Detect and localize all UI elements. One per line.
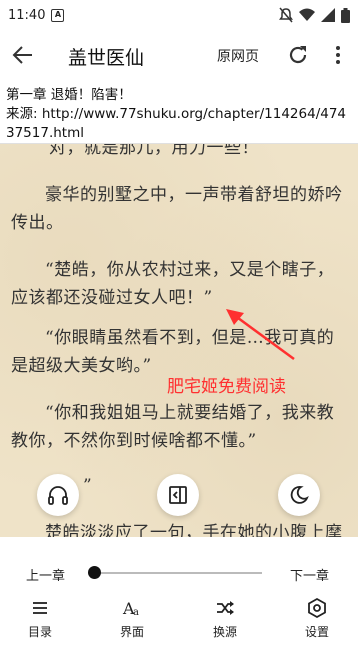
moon-icon	[290, 486, 309, 504]
slider-thumb[interactable]	[88, 566, 101, 579]
auto-page-icon	[169, 486, 187, 504]
paragraph: 对，就是那儿，用力一些！	[49, 144, 259, 158]
paragraph: 楚皓淡淡应了一句，手在她的小腹上摩	[45, 523, 343, 537]
status-bar: 11:40 A	[0, 0, 358, 30]
chapter-info: 第一章 退婚！陷害！ 来源: http://www.77shuku.org/ch…	[0, 82, 358, 144]
menu-label: 换源	[212, 625, 237, 639]
annotation-text: 肥宅姬免费阅读	[167, 377, 286, 397]
font-style-icon: A a	[122, 599, 139, 618]
menu-label: 设置	[304, 625, 329, 639]
bottom-control-panel: 上一章 下一章 目录 A a 界面 换源 设置	[0, 537, 358, 657]
chapter-title: 第一章 退婚！陷害！	[6, 87, 132, 103]
reader-toolbar: 盖世医仙 原网页	[0, 30, 358, 82]
night-mode-button[interactable]	[278, 474, 320, 516]
shuffle-icon	[217, 601, 234, 615]
menu-settings[interactable]: 设置	[287, 597, 347, 643]
status-icons	[279, 7, 350, 23]
book-title: 盖世医仙	[68, 47, 145, 69]
menu-catalog[interactable]: 目录	[10, 597, 70, 643]
app-notification-icon: A	[51, 8, 65, 22]
paragraph: “楚皓，你从农村过来，又是个瞎子，应该都还没碰过女人吧！”	[11, 260, 335, 308]
chapter-source-url[interactable]: 来源: http://www.77shuku.org/chapter/11426…	[6, 105, 352, 143]
signal-icon	[321, 8, 335, 22]
more-vertical-icon[interactable]	[328, 42, 348, 68]
menu-label: 目录	[27, 625, 52, 639]
menu-switch-source[interactable]: 换源	[195, 597, 255, 643]
next-chapter-button[interactable]: 下一章	[290, 565, 329, 584]
back-arrow-icon[interactable]	[10, 42, 36, 68]
mute-icon	[279, 7, 293, 23]
battery-icon	[341, 7, 350, 23]
listen-button[interactable]	[37, 474, 79, 516]
refresh-icon[interactable]	[286, 43, 310, 67]
paragraph: “你和我姐姐马上就要结婚了，我来教教你，不然你到时候啥都不懂。”	[11, 403, 335, 451]
svg-text:a: a	[133, 607, 139, 618]
settings-icon	[308, 597, 326, 619]
annotation-arrow	[226, 309, 295, 361]
menu-interface[interactable]: A a 界面	[102, 597, 162, 643]
status-time: 11:40	[8, 7, 46, 23]
paragraph: 豪华的别墅之中，一声带着舒坦的娇吟传出。	[11, 185, 343, 233]
headphones-icon	[48, 486, 68, 505]
chapter-progress-slider[interactable]	[94, 572, 262, 574]
original-page-button[interactable]: 原网页	[217, 46, 259, 66]
wifi-icon	[299, 8, 315, 21]
menu-label: 界面	[119, 625, 144, 639]
list-icon	[33, 602, 47, 614]
auto-page-button[interactable]	[157, 474, 199, 516]
prev-chapter-button[interactable]: 上一章	[26, 565, 65, 584]
